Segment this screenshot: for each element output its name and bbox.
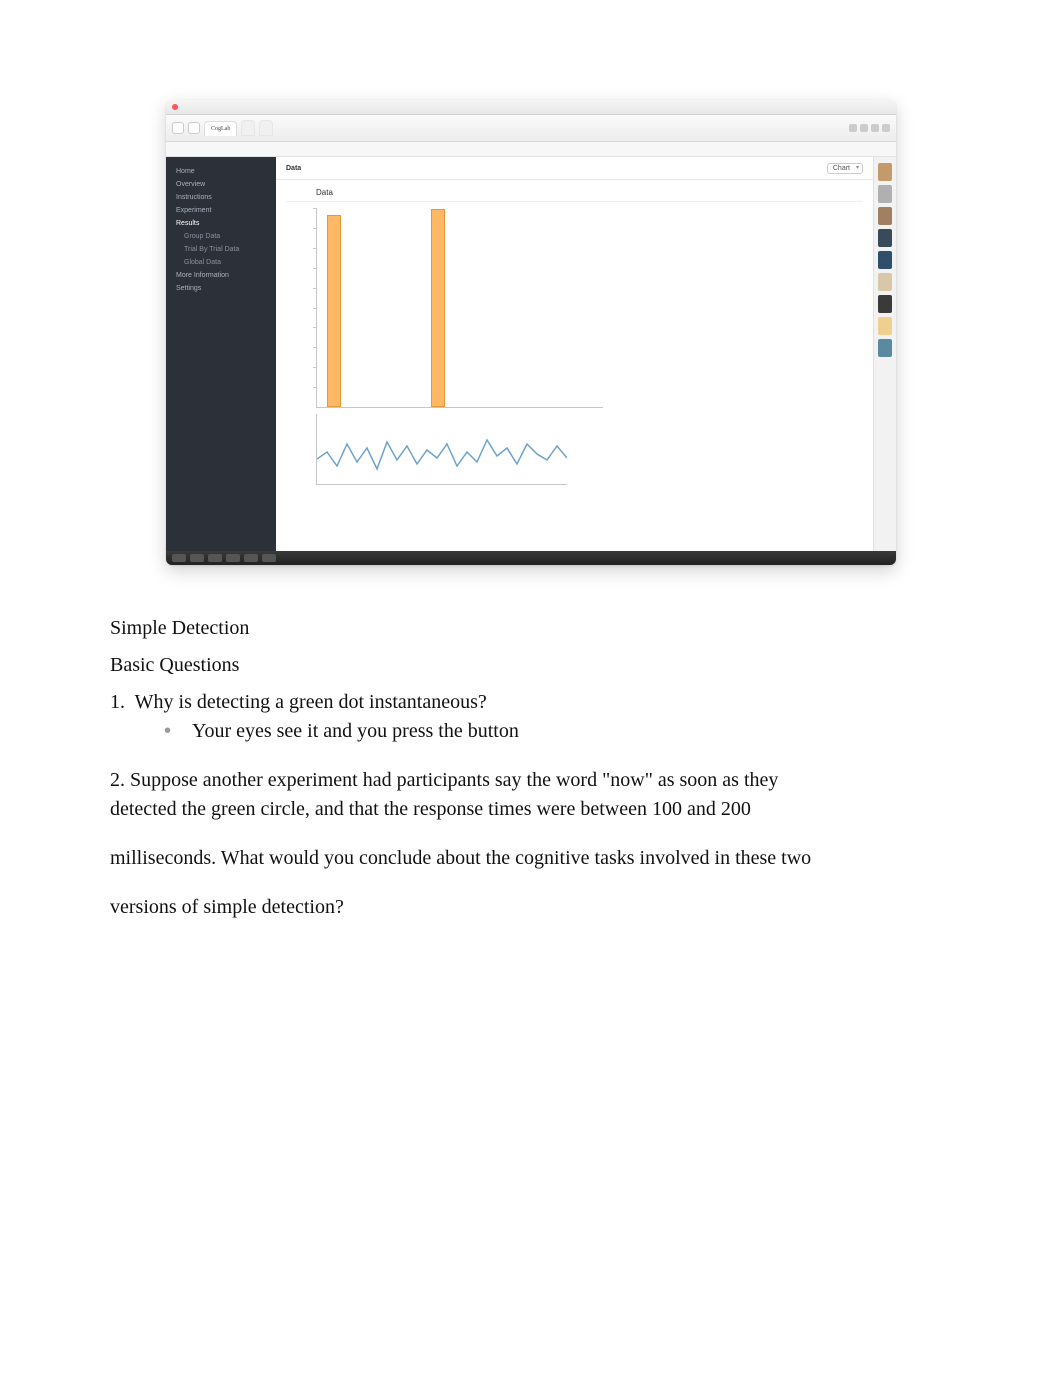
bar-chart: [316, 208, 603, 408]
extension-icon[interactable]: [871, 124, 879, 132]
browser-tab-active[interactable]: CogLab: [204, 121, 237, 136]
question-2-line: detected the green circle, and that the …: [110, 796, 952, 823]
thumbnail[interactable]: [878, 251, 892, 269]
sparkline-path: [317, 440, 567, 469]
results-toolbar: Data Chart: [276, 157, 873, 180]
sidebar-item-experiment[interactable]: Experiment: [174, 204, 268, 217]
browser-address-bar[interactable]: [166, 142, 896, 157]
taskbar-icon[interactable]: [244, 554, 258, 562]
sidebar: Home Overview Instructions Experiment Re…: [166, 157, 276, 551]
thumbnail[interactable]: [878, 163, 892, 181]
embedded-screenshot: CogLab Home Overview Instructions: [166, 100, 896, 565]
bullet-icon: •: [164, 943, 192, 970]
trial-sparkline-area: [316, 414, 863, 500]
question-3-answer-hidden: • They have that response time, a video …: [110, 1097, 952, 1124]
view-dropdown-label: Chart: [833, 165, 850, 172]
view-dropdown[interactable]: Chart: [827, 163, 863, 174]
thumbnail[interactable]: [878, 229, 892, 247]
thumbnail[interactable]: [878, 317, 892, 335]
divider: [286, 201, 863, 202]
sidebar-item-trial-data[interactable]: Trial By Trial Data: [174, 243, 268, 256]
os-taskbar: [166, 551, 896, 565]
thumbnail[interactable]: [878, 207, 892, 225]
bar-cond-a: [327, 215, 341, 407]
sidebar-item-settings[interactable]: Settings: [174, 282, 268, 295]
question-2-line: versions of simple detection?: [110, 894, 952, 921]
sidebar-item-group-data[interactable]: Group Data: [174, 230, 268, 243]
question-2-text: Suppose another experiment had participa…: [130, 769, 778, 791]
question-2-line: milliseconds. What would you conclude ab…: [110, 845, 952, 872]
bullet-icon: •: [164, 718, 192, 745]
browser-tab[interactable]: [241, 120, 255, 136]
bar-cond-b: [431, 209, 445, 407]
question-1-text: Why is detecting a green dot instantaneo…: [135, 691, 487, 713]
question-3-text: Sometimes a participant in this lab has …: [130, 1021, 731, 1043]
extension-icon[interactable]: [860, 124, 868, 132]
nav-back-button[interactable]: [172, 122, 184, 134]
browser-tab-label: CogLab: [211, 126, 230, 132]
question-2-line: 2. Suppose another experiment had partic…: [110, 767, 952, 794]
question-1: 1. Why is detecting a green dot instanta…: [110, 689, 952, 716]
thumbnail[interactable]: [878, 339, 892, 357]
results-title: Data: [286, 165, 301, 172]
main-content: Data Chart Data: [276, 157, 873, 551]
chart-area: Data: [276, 180, 873, 551]
question-1-answer: • Your eyes see it and you press the but…: [110, 718, 952, 745]
browser-extension-icons: [849, 124, 890, 132]
thumbnail-strip: [873, 157, 896, 551]
sidebar-item-home[interactable]: Home: [174, 165, 268, 178]
question-3-number: 3.: [110, 1021, 125, 1043]
thumbnail[interactable]: [878, 185, 892, 203]
nav-forward-button[interactable]: [188, 122, 200, 134]
question-1-number: 1.: [110, 691, 125, 713]
browser-tab[interactable]: [259, 120, 273, 136]
sidebar-item-more-info[interactable]: More Information: [174, 269, 268, 282]
question-3-line-hidden: 3. Sometimes a participant in this lab h…: [110, 1019, 952, 1046]
trial-sparkline: [316, 414, 567, 485]
browser-tab-strip: CogLab: [166, 115, 896, 142]
question-3-line-hidden: milliseconds. How might you explain such…: [110, 1048, 952, 1075]
extension-icon[interactable]: [882, 124, 890, 132]
question-2-answer-hidden: • I would think the response to say now …: [110, 943, 952, 997]
taskbar-icon[interactable]: [208, 554, 222, 562]
taskbar-icon[interactable]: [226, 554, 240, 562]
window-titlebar: [166, 100, 896, 115]
thumbnail[interactable]: [878, 273, 892, 291]
sidebar-item-instructions[interactable]: Instructions: [174, 191, 268, 204]
sparkline-svg: [317, 414, 567, 484]
section-heading: Simple Detection: [110, 615, 952, 642]
chart-title: Data: [316, 188, 863, 197]
question-2-answer-text: I would think the response to say now in…: [192, 943, 952, 997]
coglab-app: Home Overview Instructions Experiment Re…: [166, 157, 896, 551]
thumbnail[interactable]: [878, 295, 892, 313]
taskbar-icon[interactable]: [190, 554, 204, 562]
y-axis-ticks: [313, 208, 317, 407]
sidebar-item-global-data[interactable]: Global Data: [174, 256, 268, 269]
question-3-answer-text: They have that response time, a video ga…: [192, 1097, 952, 1124]
taskbar-icon[interactable]: [262, 554, 276, 562]
section-subheading: Basic Questions: [110, 652, 952, 679]
bullet-icon: •: [164, 1097, 192, 1124]
sidebar-item-overview[interactable]: Overview: [174, 178, 268, 191]
traffic-light-close-icon: [172, 104, 178, 110]
question-2-number: 2.: [110, 769, 125, 791]
extension-icon[interactable]: [849, 124, 857, 132]
sidebar-item-results[interactable]: Results: [174, 217, 268, 230]
question-1-answer-text: Your eyes see it and you press the butto…: [192, 718, 952, 745]
taskbar-icon[interactable]: [172, 554, 186, 562]
document-body: Simple Detection Basic Questions 1. Why …: [110, 615, 952, 1124]
